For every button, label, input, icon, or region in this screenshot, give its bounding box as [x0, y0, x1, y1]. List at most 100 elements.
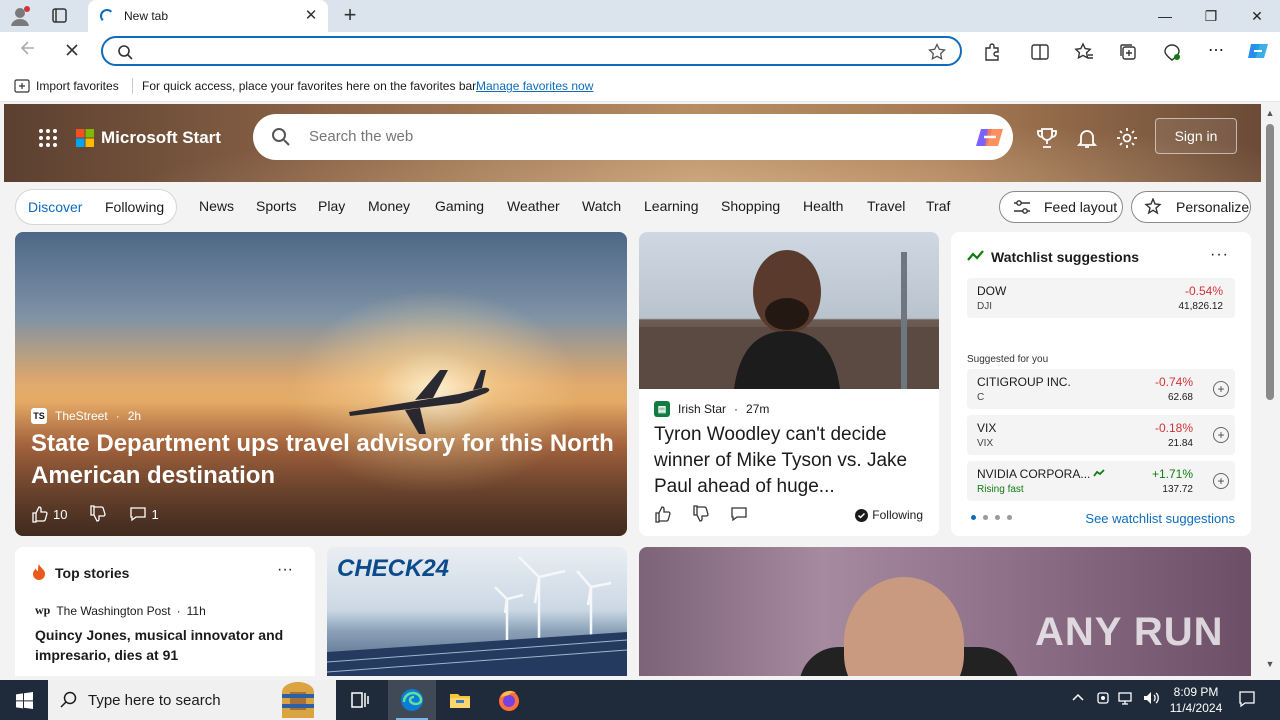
watchlist-item-vix[interactable]: VIX VIX -0.18% 21.84 +: [967, 415, 1235, 455]
tab-discover[interactable]: Discover: [28, 199, 82, 215]
search-icon: [60, 691, 77, 708]
restore-button[interactable]: ❐: [1196, 4, 1226, 28]
source-name[interactable]: Irish Star: [678, 402, 726, 416]
copilot-icon[interactable]: [1246, 39, 1270, 63]
nav-learning[interactable]: Learning: [644, 198, 699, 214]
address-bar[interactable]: [101, 36, 962, 66]
profile-icon[interactable]: [8, 5, 32, 27]
network-icon[interactable]: [1118, 690, 1136, 709]
active-tab[interactable]: New tab ✕: [88, 0, 328, 32]
add-to-watchlist-icon[interactable]: +: [1213, 381, 1229, 397]
nav-health[interactable]: Health: [803, 198, 843, 214]
thumbs-up-icon[interactable]: [31, 505, 49, 523]
import-favorites-button[interactable]: Import favorites: [14, 79, 119, 93]
search-placeholder: Search the web: [309, 128, 414, 145]
nav-shopping[interactable]: Shopping: [721, 198, 780, 214]
story-headline[interactable]: Tyron Woodley can't decide winner of Mik…: [654, 422, 929, 500]
add-to-watchlist-icon[interactable]: +: [1213, 427, 1229, 443]
tab-strip: New tab ✕ + — ❐ ✕: [0, 0, 1280, 32]
add-to-watchlist-icon[interactable]: +: [1213, 473, 1229, 489]
show-hidden-icons-chevron-icon[interactable]: [1071, 690, 1085, 707]
comment-icon[interactable]: [730, 505, 748, 523]
stock-price: 62.68: [1167, 392, 1193, 403]
collections-icon[interactable]: [1118, 42, 1138, 62]
hero-news-card[interactable]: TS TheStreet · 2h State Department ups t…: [15, 232, 627, 536]
microsoft-logo-icon[interactable]: [76, 129, 94, 147]
nav-watch[interactable]: Watch: [582, 198, 621, 214]
extensions-icon[interactable]: [982, 42, 1002, 62]
volume-icon[interactable]: [1142, 690, 1160, 709]
start-button[interactable]: [0, 680, 48, 720]
taskbar-clock[interactable]: 8:09 PM 11/4/2024: [1163, 684, 1229, 716]
nav-travel[interactable]: Travel: [867, 198, 905, 214]
file-explorer-icon[interactable]: [448, 688, 472, 712]
scroll-down-arrow-icon[interactable]: ▼: [1264, 659, 1276, 669]
story-source: wp The Washington Post · 11h: [35, 603, 206, 618]
source-name[interactable]: The Washington Post: [56, 604, 170, 618]
feed-layout-button[interactable]: Feed layout: [999, 191, 1123, 223]
story-card[interactable]: ▤ Irish Star · 27m Tyron Woodley can't d…: [639, 232, 939, 536]
carousel-dots[interactable]: [971, 515, 1012, 520]
more-options-icon[interactable]: ···: [1210, 246, 1229, 264]
manage-favorites-link[interactable]: Manage favorites now: [476, 79, 593, 93]
nav-traffic[interactable]: Traf: [926, 198, 950, 214]
nav-sports[interactable]: Sports: [256, 198, 296, 214]
scroll-up-arrow-icon[interactable]: ▲: [1264, 108, 1276, 118]
notifications-bell-icon[interactable]: [1075, 126, 1099, 150]
stop-loading-button[interactable]: [58, 38, 86, 64]
taskbar-search-box[interactable]: Type here to search: [48, 680, 336, 720]
watchlist-item-dow[interactable]: DOW DJI -0.54% 41,826.12: [967, 278, 1235, 318]
settings-more-icon[interactable]: ⋯: [1206, 40, 1226, 60]
favorites-icon[interactable]: [1074, 42, 1094, 62]
scrollbar-thumb[interactable]: [1266, 124, 1274, 400]
close-tab-icon[interactable]: ✕: [302, 7, 320, 25]
search-icon: [117, 44, 133, 63]
top-stories-card: Top stories ··· wp The Washington Post ·…: [15, 547, 315, 676]
brand-name[interactable]: Microsoft Start: [101, 128, 221, 148]
back-button[interactable]: [14, 38, 42, 64]
dot-separator: ·: [734, 402, 739, 416]
browser-essentials-icon[interactable]: [1162, 42, 1182, 62]
top-story-headline[interactable]: Quincy Jones, musical innovator and impr…: [35, 625, 300, 665]
task-view-icon[interactable]: [348, 688, 372, 712]
ad-card[interactable]: CHECK24: [327, 547, 627, 676]
thumbs-up-icon[interactable]: [654, 505, 672, 523]
web-search-box[interactable]: Search the web: [253, 114, 1013, 160]
comment-icon[interactable]: [129, 505, 147, 523]
thumbs-down-icon[interactable]: [89, 505, 107, 523]
new-tab-button[interactable]: +: [338, 4, 362, 28]
watchlist-title: Watchlist suggestions: [991, 249, 1140, 265]
close-window-button[interactable]: ✕: [1242, 4, 1272, 28]
watchlist-item-citigroup[interactable]: CITIGROUP INC. C -0.74% 62.68 +: [967, 369, 1235, 409]
tab-actions-icon[interactable]: [46, 6, 72, 26]
see-watchlist-link[interactable]: See watchlist suggestions: [1085, 511, 1235, 526]
tab-following[interactable]: Following: [105, 199, 164, 215]
nav-weather[interactable]: Weather: [507, 198, 560, 214]
nav-gaming[interactable]: Gaming: [435, 198, 484, 214]
split-screen-icon[interactable]: [1030, 42, 1050, 62]
security-icon[interactable]: [1095, 690, 1111, 709]
import-favorites-label: Import favorites: [36, 79, 119, 93]
rewards-trophy-icon[interactable]: [1035, 126, 1059, 150]
favorites-bar: Import favorites For quick access, place…: [0, 70, 1280, 102]
firefox-icon[interactable]: [497, 688, 521, 712]
following-button[interactable]: Following: [855, 508, 923, 522]
sign-in-button[interactable]: Sign in: [1155, 118, 1237, 154]
minimize-button[interactable]: —: [1150, 4, 1180, 28]
thumbs-down-icon[interactable]: [692, 505, 710, 523]
nav-money[interactable]: Money: [368, 198, 410, 214]
favorite-star-icon[interactable]: [928, 42, 946, 64]
edge-taskbar-button[interactable]: [388, 680, 436, 720]
nav-play[interactable]: Play: [318, 198, 345, 214]
personalize-button[interactable]: Personalize: [1131, 191, 1251, 223]
watchlist-item-nvidia[interactable]: NVIDIA CORPORA... Rising fast +1.71% 137…: [967, 461, 1235, 501]
vertical-scrollbar[interactable]: ▲ ▼: [1261, 104, 1280, 676]
hero-headline[interactable]: State Department ups travel advisory for…: [31, 428, 621, 492]
settings-gear-icon[interactable]: [1115, 126, 1139, 150]
source-name[interactable]: TheStreet: [55, 409, 108, 423]
copilot-icon[interactable]: [975, 122, 1005, 152]
app-launcher-icon[interactable]: [38, 128, 58, 148]
notification-center-icon[interactable]: [1238, 690, 1256, 711]
nav-news[interactable]: News: [199, 198, 234, 214]
more-options-icon[interactable]: ···: [277, 561, 293, 579]
